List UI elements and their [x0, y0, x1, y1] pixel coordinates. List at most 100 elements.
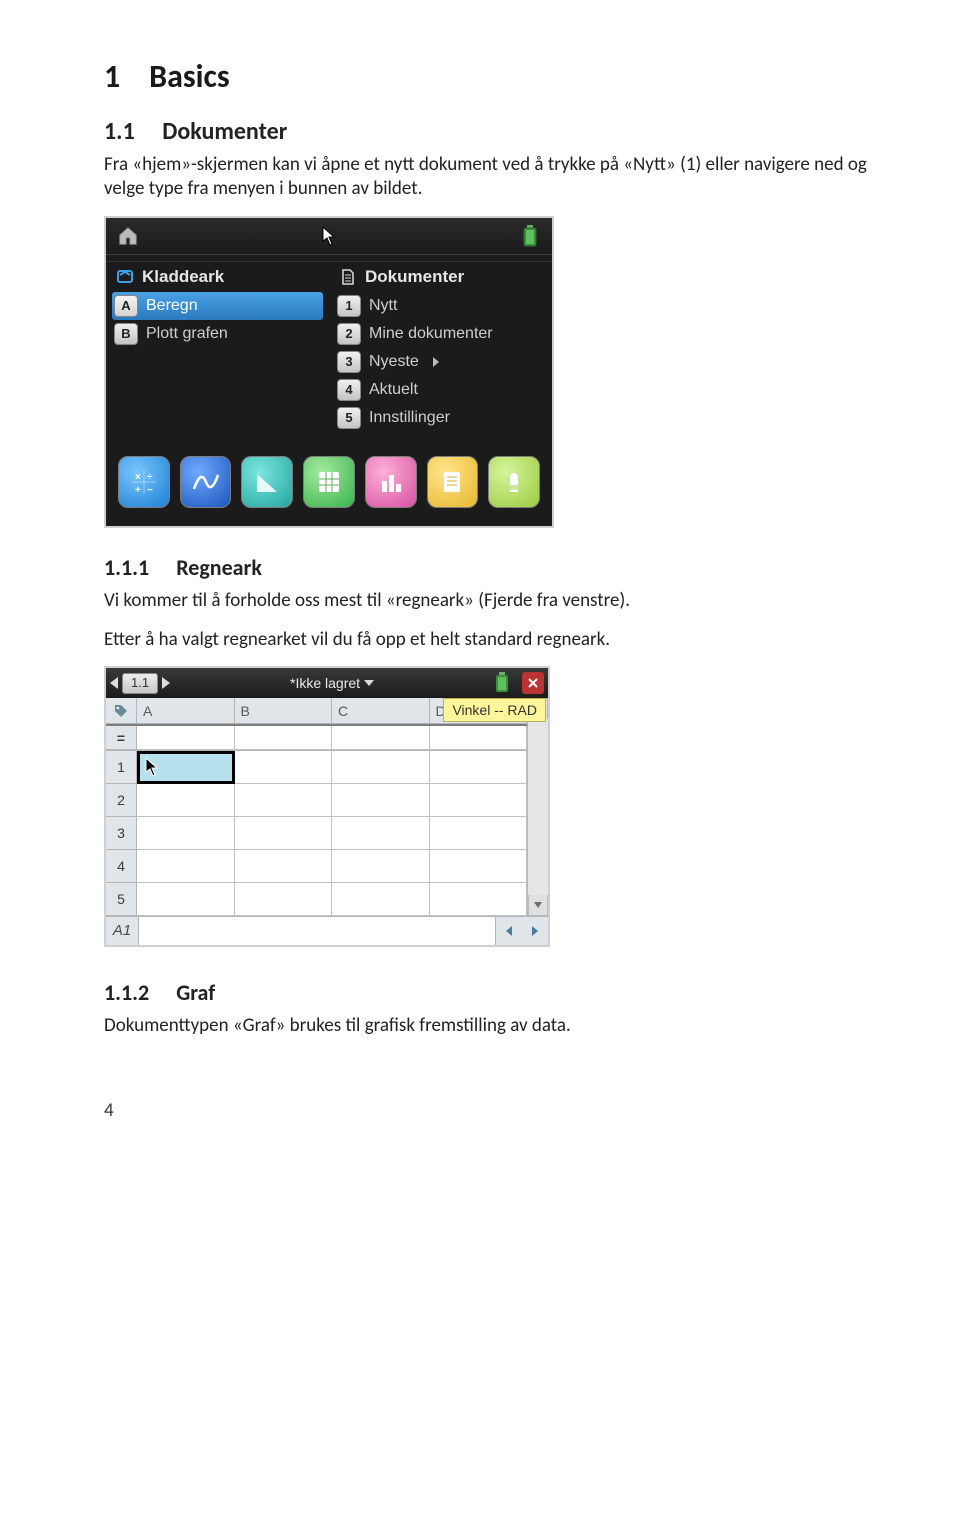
heading-number: 1.1.2 [104, 979, 149, 1006]
geometry-icon[interactable] [241, 456, 293, 508]
cell[interactable] [430, 883, 528, 916]
cell[interactable] [137, 883, 235, 916]
heading-regneark: 1.1.1 Regneark [104, 554, 892, 583]
formula-input[interactable] [138, 917, 496, 945]
cell[interactable] [332, 883, 430, 916]
row-header[interactable]: 4 [106, 850, 137, 883]
tag-corner [106, 698, 137, 724]
cell[interactable] [235, 751, 333, 784]
left-header-label: Kladdeark [142, 266, 224, 288]
scroll-left-icon[interactable] [496, 917, 522, 945]
cell[interactable] [137, 817, 235, 850]
sheet-footer: A1 [106, 916, 548, 945]
menu-item-innstillinger[interactable]: 5 Innstillinger [329, 404, 552, 432]
cell[interactable] [430, 850, 528, 883]
row-header[interactable]: 3 [106, 817, 137, 850]
right-header-label: Dokumenter [365, 266, 464, 288]
notes-icon[interactable] [427, 456, 479, 508]
col-header-a[interactable]: A [137, 698, 235, 724]
formula-cell[interactable] [430, 726, 528, 750]
cell-a1[interactable] [137, 751, 235, 784]
vertical-scrollbar[interactable] [527, 698, 548, 916]
sheet-top-bar: 1.1 *Ikke lagret Vinkel -- RAD [106, 668, 548, 698]
key-badge: A [114, 295, 138, 317]
key-badge: 2 [337, 323, 361, 345]
documents-icon [339, 268, 357, 286]
menu-item-label: Innstillinger [369, 408, 450, 429]
cell[interactable] [332, 850, 430, 883]
formula-cell[interactable] [332, 726, 430, 750]
vernier-icon[interactable] [488, 456, 540, 508]
menu-item-nytt[interactable]: 1 Nytt [329, 292, 552, 320]
menu-item-beregn[interactable]: A Beregn [112, 292, 323, 320]
cursor-icon [145, 757, 159, 781]
cell[interactable] [235, 817, 333, 850]
svg-text:+: + [135, 485, 141, 496]
cell[interactable] [235, 784, 333, 817]
scroll-track[interactable] [528, 719, 548, 895]
menu-item-label: Nytt [369, 296, 397, 317]
battery-icon [514, 222, 546, 250]
menu-item-plott-grafen[interactable]: B Plott grafen [106, 320, 329, 348]
heading-number: 1.1 [104, 117, 135, 146]
key-badge: B [114, 323, 138, 345]
next-tab-icon[interactable] [162, 677, 170, 689]
menu-item-label: Beregn [146, 296, 198, 317]
col-header-b[interactable]: B [235, 698, 333, 724]
scratchpad-icon [116, 268, 134, 286]
spreadsheet-icon[interactable] [303, 456, 355, 508]
formula-cell[interactable] [235, 726, 333, 750]
cell[interactable] [430, 817, 528, 850]
row-header[interactable]: 1 [106, 751, 137, 784]
formula-row: = [106, 724, 527, 751]
sheet-body: 1 2 [106, 751, 527, 916]
row-header[interactable]: 2 [106, 784, 137, 817]
cell[interactable] [235, 883, 333, 916]
svg-text:−: − [147, 485, 153, 496]
cell[interactable] [137, 784, 235, 817]
menu-item-label: Mine dokumenter [369, 324, 493, 345]
svg-text:÷: ÷ [147, 472, 153, 483]
tab-chip[interactable]: 1.1 [122, 673, 158, 694]
close-button[interactable] [522, 672, 544, 694]
menu-item-mine-dokumenter[interactable]: 2 Mine dokumenter [329, 320, 552, 348]
cell[interactable] [332, 817, 430, 850]
heading-text: Graf [176, 979, 215, 1006]
cell[interactable] [430, 751, 528, 784]
menu-item-label: Aktuelt [369, 380, 418, 401]
prev-tab-icon[interactable] [110, 677, 118, 689]
submenu-arrow-icon [433, 357, 439, 367]
paragraph-regneark-1: Vi kommer til å forholde oss mest til «r… [104, 589, 892, 614]
scroll-right-icon[interactable] [522, 917, 548, 945]
cell[interactable] [137, 850, 235, 883]
formula-cell[interactable] [137, 726, 235, 750]
menu-item-aktuelt[interactable]: 4 Aktuelt [329, 376, 552, 404]
heading-dokumenter: 1.1 Dokumenter [104, 116, 892, 147]
paragraph-intro: Fra «hjem»-skjermen kan vi åpne et nytt … [104, 153, 892, 202]
menu-columns: Kladdeark A Beregn B Plott grafen Dokume… [106, 255, 552, 432]
dropdown-icon [364, 680, 374, 686]
scroll-down-icon[interactable] [528, 895, 548, 916]
heading-number: 1.1.1 [104, 554, 149, 581]
key-badge: 5 [337, 407, 361, 429]
heading-text: Basics [149, 57, 230, 96]
home-icon[interactable] [112, 222, 144, 250]
cell[interactable] [235, 850, 333, 883]
key-badge: 3 [337, 351, 361, 373]
calculator-icon[interactable]: × ÷ + − [118, 456, 170, 508]
cell[interactable] [332, 751, 430, 784]
left-header: Kladdeark [106, 261, 329, 292]
paragraph-regneark-2: Etter å ha valgt regnearket vil du få op… [104, 628, 892, 653]
doc-title[interactable]: *Ikke lagret [174, 674, 490, 692]
cell[interactable] [332, 784, 430, 817]
col-header-c[interactable]: C [332, 698, 430, 724]
row-header[interactable]: 5 [106, 883, 137, 916]
heading-graf: 1.1.2 Graf [104, 979, 892, 1008]
graph-icon[interactable] [180, 456, 232, 508]
cell[interactable] [430, 784, 528, 817]
key-badge: 4 [337, 379, 361, 401]
menu-item-nyeste[interactable]: 3 Nyeste [329, 348, 552, 376]
statistics-icon[interactable] [365, 456, 417, 508]
equals-label: = [106, 726, 137, 750]
heading-text: Dokumenter [162, 117, 287, 146]
